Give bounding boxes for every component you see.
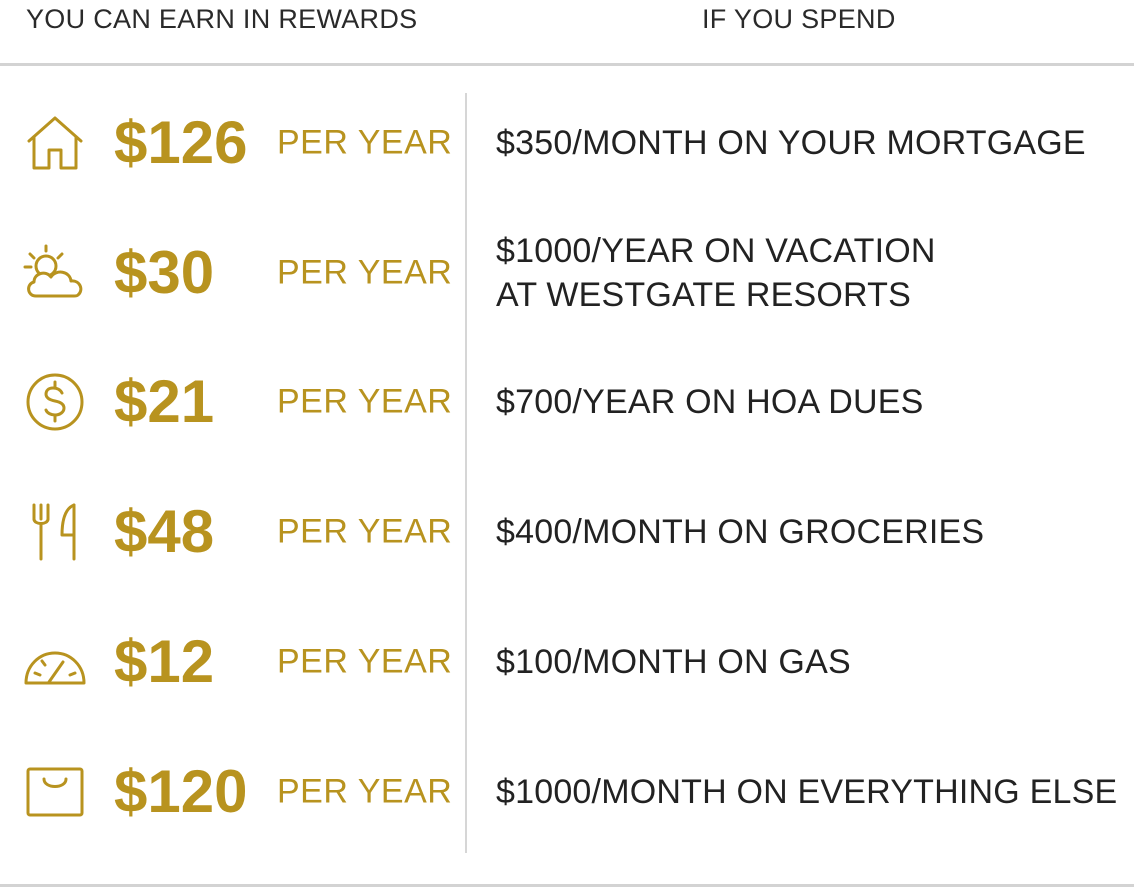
rewards-column-header: YOU CAN EARN IN REWARDS bbox=[26, 4, 418, 34]
reward-period: PER YEAR bbox=[277, 382, 453, 421]
fork-knife-icon bbox=[22, 499, 88, 565]
reward-row-groceries: $48 PER YEAR $400/MONTH ON GROCERIES bbox=[0, 482, 1134, 582]
spend-column-header: IF YOU SPEND bbox=[702, 4, 896, 34]
reward-amount: $12 bbox=[114, 628, 215, 695]
reward-row-vacation: $30 PER YEAR $1000/YEAR ON VACATION AT W… bbox=[0, 223, 1134, 323]
reward-period: PER YEAR bbox=[277, 123, 453, 162]
reward-row-everything-else: $120 PER YEAR $1000/MONTH ON EVERYTHING … bbox=[0, 742, 1134, 842]
gauge-icon bbox=[22, 629, 88, 695]
spend-description: $100/MONTH ON GAS bbox=[496, 640, 851, 684]
reward-row-gas: $12 PER YEAR $100/MONTH ON GAS bbox=[0, 612, 1134, 712]
home-icon bbox=[22, 110, 88, 176]
footer-divider bbox=[0, 884, 1134, 887]
reward-period: PER YEAR bbox=[277, 512, 453, 551]
spend-line: $350/MONTH ON YOUR MORTGAGE bbox=[496, 124, 1086, 162]
reward-period: PER YEAR bbox=[277, 642, 453, 681]
reward-period: PER YEAR bbox=[277, 253, 453, 292]
spend-line: $400/MONTH ON GROCERIES bbox=[496, 513, 985, 551]
reward-amount: $126 bbox=[114, 109, 248, 176]
spend-line: $100/MONTH ON GAS bbox=[496, 643, 851, 681]
spend-line: $1000/MONTH ON EVERYTHING ELSE bbox=[496, 773, 1118, 811]
spend-description: $700/YEAR ON HOA DUES bbox=[496, 380, 923, 424]
reward-amount: $30 bbox=[114, 239, 215, 306]
spend-description: $400/MONTH ON GROCERIES bbox=[496, 510, 984, 554]
reward-amount: $48 bbox=[114, 498, 215, 565]
spend-line: AT WESTGATE RESORTS bbox=[496, 276, 912, 314]
sun-cloud-icon bbox=[22, 240, 88, 306]
reward-period: PER YEAR bbox=[277, 772, 453, 811]
shopping-bag-icon bbox=[22, 759, 88, 825]
header-divider bbox=[0, 63, 1134, 66]
spend-description: $1000/YEAR ON VACATION AT WESTGATE RESOR… bbox=[496, 229, 936, 317]
dollar-circle-icon bbox=[22, 369, 88, 435]
reward-row-mortgage: $126 PER YEAR $350/MONTH ON YOUR MORTGAG… bbox=[0, 93, 1134, 193]
spend-line: $700/YEAR ON HOA DUES bbox=[496, 383, 924, 421]
spend-line: $1000/YEAR ON VACATION bbox=[496, 232, 936, 270]
reward-amount: $21 bbox=[114, 368, 215, 435]
reward-amount: $120 bbox=[114, 758, 248, 825]
spend-description: $350/MONTH ON YOUR MORTGAGE bbox=[496, 121, 1086, 165]
reward-row-hoa: $21 PER YEAR $700/YEAR ON HOA DUES bbox=[0, 352, 1134, 452]
spend-description: $1000/MONTH ON EVERYTHING ELSE bbox=[496, 770, 1117, 814]
column-separator bbox=[465, 93, 467, 853]
